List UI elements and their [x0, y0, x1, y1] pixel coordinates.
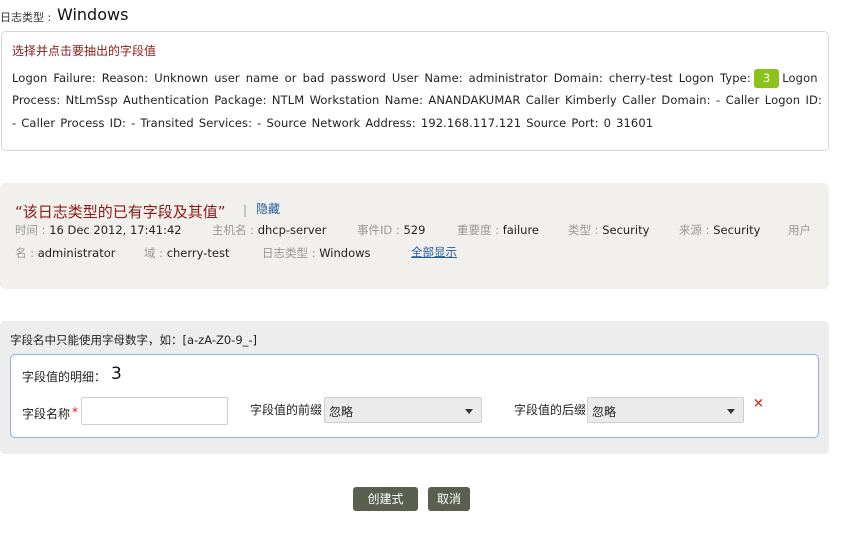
prefix-select[interactable]: 忽略	[324, 397, 482, 423]
field-value: dhcp-server	[257, 223, 327, 237]
field-event-id: 事件ID : 529	[357, 222, 425, 238]
field-value: administrator	[37, 246, 116, 260]
required-mark: *	[72, 405, 78, 419]
field-key: 主机名 :	[212, 223, 255, 237]
field-source: 来源 : Security	[679, 222, 760, 238]
hide-link[interactable]: 隐藏	[256, 200, 280, 217]
field-type: 类型 : Security	[568, 222, 649, 238]
field-time: 时间 : 16 Dec 2012, 17:41:42	[15, 222, 182, 238]
field-key: 重要度 :	[457, 223, 500, 237]
field-value: cherry-test	[166, 246, 230, 260]
field-key: 事件ID :	[357, 223, 400, 237]
prefix-select-value: 忽略	[329, 405, 354, 419]
remove-icon[interactable]: ×	[753, 396, 764, 411]
log-type-label: 日志类型 :	[0, 11, 52, 24]
field-key: 名 :	[15, 246, 35, 260]
log-message-text[interactable]: Logon Failure: Reason: Unknown user name…	[12, 71, 751, 85]
existing-fields-panel: “该日志类型的已有字段及其值” | 隐藏 时间 : 16 Dec 2012, 1…	[0, 183, 829, 289]
field-value: failure	[502, 223, 540, 237]
suffix-label: 字段值的后缀	[514, 403, 587, 417]
log-type-value: Windows	[57, 5, 129, 24]
selected-value-highlight[interactable]: 3	[753, 69, 780, 88]
log-message-line: Logon Failure: Reason: Unknown user name…	[12, 69, 818, 88]
field-key: 用户	[788, 223, 811, 237]
chevron-down-icon	[465, 409, 473, 414]
field-value: Security	[713, 223, 761, 237]
field-definition-box: 字段值的明细： 3 字段名称 * 字段值的前缀 忽略 字段值的后缀 忽略 ×	[10, 354, 819, 438]
existing-fields-title: “该日志类型的已有字段及其值”	[15, 203, 226, 221]
field-key: 域 :	[144, 246, 164, 260]
create-pattern-button[interactable]: 创建式样	[353, 487, 418, 530]
field-form-panel: 字段名中只能使用字母数字，如：[a-zA-Z0-9_-] 字段值的明细： 3 字…	[0, 321, 829, 454]
log-message-text[interactable]: Logon	[782, 71, 817, 85]
prefix-label: 字段值的前缀	[250, 403, 323, 417]
field-username: 名 : administrator	[15, 245, 115, 261]
log-message-line[interactable]: Process: NtLmSsp Authentication Package:…	[12, 93, 822, 107]
field-value: 529	[403, 223, 426, 237]
field-user-part: 用户	[788, 222, 811, 238]
field-severity: 重要度 : failure	[457, 222, 539, 238]
field-key: 时间 :	[15, 223, 46, 237]
field-value-detail-label: 字段值的明细：	[22, 370, 107, 384]
field-log-type: 日志类型 : Windows	[262, 245, 371, 261]
cancel-button[interactable]: 取消	[428, 487, 470, 511]
field-value: Windows	[319, 246, 371, 260]
log-message-line[interactable]: - Caller Process ID: - Transited Service…	[12, 116, 653, 130]
log-message-panel: 选择并点击要抽出的字段值 Logon Failure: Reason: Unkn…	[1, 31, 829, 151]
field-name-label: 字段名称	[22, 407, 71, 421]
field-name-input[interactable]	[81, 397, 228, 425]
field-key: 类型 :	[568, 223, 599, 237]
suffix-select[interactable]: 忽略	[587, 397, 744, 423]
show-all-link[interactable]: 全部显示	[411, 244, 457, 260]
message-panel-title: 选择并点击要抽出的字段值	[12, 44, 157, 58]
suffix-select-value: 忽略	[592, 405, 617, 419]
field-hostname: 主机名 : dhcp-server	[212, 222, 326, 238]
field-value-detail: 3	[111, 364, 122, 384]
field-value: Security	[602, 223, 650, 237]
separator: |	[243, 203, 248, 217]
chevron-down-icon	[727, 409, 735, 414]
field-domain: 域 : cherry-test	[144, 245, 229, 261]
field-name-hint: 字段名中只能使用字母数字，如：[a-zA-Z0-9_-]	[10, 333, 258, 347]
field-key: 日志类型 :	[262, 246, 316, 260]
field-value: 16 Dec 2012, 17:41:42	[49, 223, 182, 237]
field-key: 来源 :	[679, 223, 710, 237]
